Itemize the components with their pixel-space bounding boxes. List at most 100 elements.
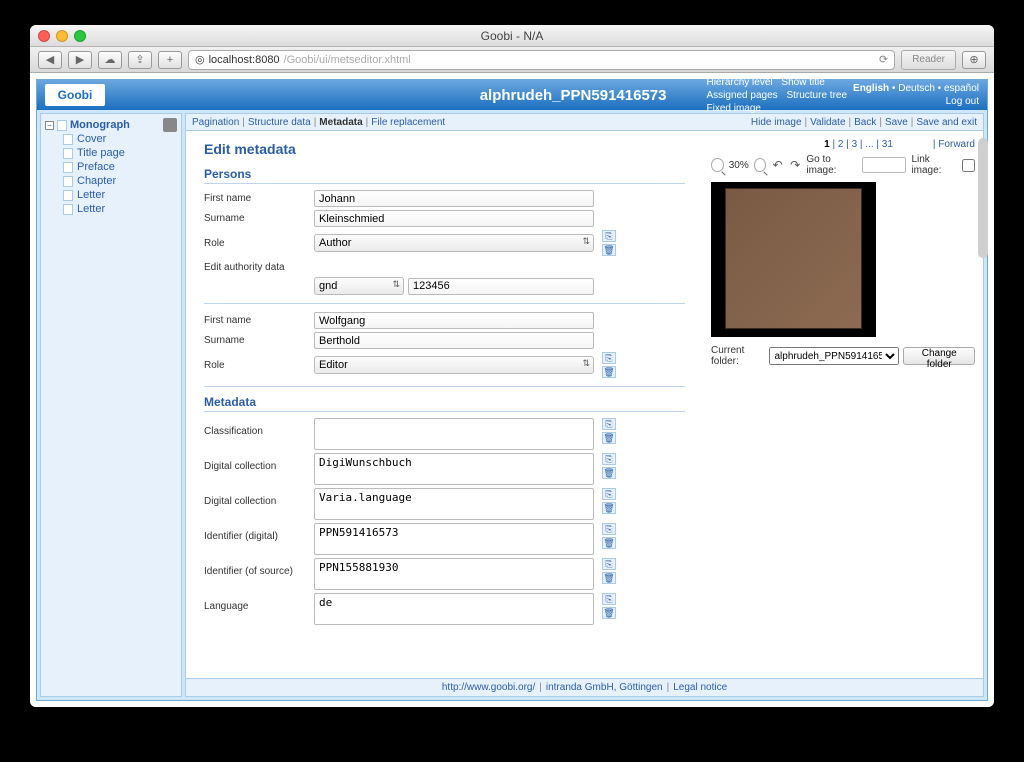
copy-icon[interactable]: ⎘: [602, 523, 616, 535]
delete-icon[interactable]: 🗑: [602, 366, 616, 378]
tree-item[interactable]: Cover: [77, 133, 106, 145]
tree-item[interactable]: Title page: [77, 147, 125, 159]
delete-icon[interactable]: 🗑: [602, 432, 616, 444]
folder-select[interactable]: alphrudeh_PPN591416573_med: [769, 347, 899, 365]
rotate-right-icon[interactable]: ↷: [789, 158, 801, 172]
zoom-out-icon[interactable]: [711, 158, 724, 172]
iddig-input[interactable]: PPN591416573: [314, 523, 594, 555]
reader-button[interactable]: Reader: [901, 50, 956, 70]
copy-icon[interactable]: ⎘: [602, 352, 616, 364]
tab-file-replacement[interactable]: File replacement: [371, 117, 445, 128]
doc-icon: [63, 134, 73, 145]
copy-icon[interactable]: ⎘: [602, 593, 616, 605]
lang-de[interactable]: Deutsch: [898, 83, 935, 94]
image-preview[interactable]: [711, 182, 876, 337]
validate-link[interactable]: Validate: [810, 117, 845, 128]
classification-input[interactable]: [314, 418, 594, 450]
delete-icon[interactable]: 🗑: [602, 607, 616, 619]
authority-type-select[interactable]: gnd: [314, 277, 404, 295]
tree-item[interactable]: Letter: [77, 189, 105, 201]
save-link[interactable]: Save: [885, 117, 908, 128]
hierarchy-link[interactable]: Hierarchy level: [706, 77, 772, 88]
footer-url[interactable]: http://www.goobi.org/: [442, 682, 535, 693]
app-footer: http://www.goobi.org/| intranda GmbH, Gö…: [185, 679, 984, 697]
firstname-input-1[interactable]: [314, 190, 594, 207]
lang-en[interactable]: English: [853, 83, 889, 94]
back-link[interactable]: Back: [854, 117, 876, 128]
zoom-value: 30%: [729, 160, 749, 171]
footer-legal[interactable]: Legal notice: [673, 682, 727, 693]
digcoll-input-2[interactable]: Varia.language: [314, 488, 594, 520]
copy-icon[interactable]: ⎘: [602, 418, 616, 430]
forward-link[interactable]: Forward: [938, 139, 975, 150]
tree-root[interactable]: Monograph: [70, 119, 130, 131]
doc-icon: [57, 120, 67, 131]
logout-link[interactable]: Log out: [946, 96, 979, 107]
delete-icon[interactable]: 🗑: [602, 244, 616, 256]
scrollbar[interactable]: [978, 138, 988, 683]
share-button[interactable]: ⇪: [128, 51, 152, 69]
metadata-heading: Metadata: [204, 395, 685, 412]
digcoll-input-1[interactable]: DigiWunschbuch: [314, 453, 594, 485]
copy-icon[interactable]: ⎘: [602, 230, 616, 242]
reload-icon[interactable]: ⟳: [879, 53, 888, 66]
delete-icon[interactable]: 🗑: [602, 502, 616, 514]
surname-input-1[interactable]: [314, 210, 594, 227]
role-label: Role: [204, 238, 314, 249]
url-bar[interactable]: ◎ localhost:8080/Goobi/ui/metseditor.xht…: [188, 50, 895, 70]
tab-metadata[interactable]: Metadata: [319, 117, 362, 128]
digcoll-label: Digital collection: [204, 453, 314, 472]
app-logo[interactable]: Goobi: [45, 84, 105, 106]
back-button[interactable]: ◀: [38, 51, 62, 69]
doc-icon: [63, 204, 73, 215]
authority-heading: Edit authority data: [204, 262, 685, 273]
idsrc-input[interactable]: PPN155881930: [314, 558, 594, 590]
lang-es[interactable]: español: [944, 83, 979, 94]
page-ellipsis: ...: [865, 139, 873, 150]
icloud-button[interactable]: ☁: [98, 51, 122, 69]
firstname-input-2[interactable]: [314, 312, 594, 329]
app-title: alphrudeh_PPN591416573: [480, 87, 667, 104]
image-panel: 1 | 2 | 3 | ... | 31 | Forward 30%: [703, 131, 983, 678]
authority-value-input[interactable]: [408, 278, 594, 295]
header-links: Hierarchy level Show title Assigned page…: [706, 76, 853, 115]
page-1[interactable]: 1: [824, 139, 830, 150]
form-title: Edit metadata: [204, 141, 685, 157]
forward-button[interactable]: ▶: [68, 51, 92, 69]
page-3[interactable]: 3: [852, 139, 858, 150]
tab-structure-data[interactable]: Structure data: [248, 117, 311, 128]
add-button[interactable]: +: [158, 51, 182, 69]
zoom-in-icon[interactable]: [754, 158, 767, 172]
page-last[interactable]: 31: [882, 139, 893, 150]
language-input[interactable]: de: [314, 593, 594, 625]
linkimg-checkbox[interactable]: [962, 159, 975, 172]
shield-icon[interactable]: [163, 118, 177, 132]
hide-image-link[interactable]: Hide image: [751, 117, 802, 128]
goto-input[interactable]: [862, 157, 906, 173]
tab-bar: Pagination| Structure data| Metadata| Fi…: [185, 113, 984, 131]
firstname-label: First name: [204, 315, 314, 326]
copy-icon[interactable]: ⎘: [602, 453, 616, 465]
tree-item[interactable]: Chapter: [77, 175, 116, 187]
downloads-button[interactable]: ⊕: [962, 51, 986, 69]
tree-item[interactable]: Preface: [77, 161, 115, 173]
doc-icon: [63, 162, 73, 173]
delete-icon[interactable]: 🗑: [602, 572, 616, 584]
delete-icon[interactable]: 🗑: [602, 537, 616, 549]
delete-icon[interactable]: 🗑: [602, 467, 616, 479]
rotate-left-icon[interactable]: ↶: [771, 158, 783, 172]
surname-input-2[interactable]: [314, 332, 594, 349]
tree-item[interactable]: Letter: [77, 203, 105, 215]
assigned-link[interactable]: Assigned pages: [706, 90, 777, 101]
role-select-1[interactable]: Author: [314, 234, 594, 252]
role-select-2[interactable]: Editor: [314, 356, 594, 374]
showtitle-link[interactable]: Show title: [781, 77, 824, 88]
copy-icon[interactable]: ⎘: [602, 558, 616, 570]
page-2[interactable]: 2: [838, 139, 844, 150]
structure-link[interactable]: Structure tree: [786, 90, 847, 101]
copy-icon[interactable]: ⎘: [602, 488, 616, 500]
collapse-icon[interactable]: −: [45, 121, 54, 130]
tab-pagination[interactable]: Pagination: [192, 117, 239, 128]
change-folder-button[interactable]: Change folder: [903, 347, 975, 365]
save-exit-link[interactable]: Save and exit: [916, 117, 977, 128]
